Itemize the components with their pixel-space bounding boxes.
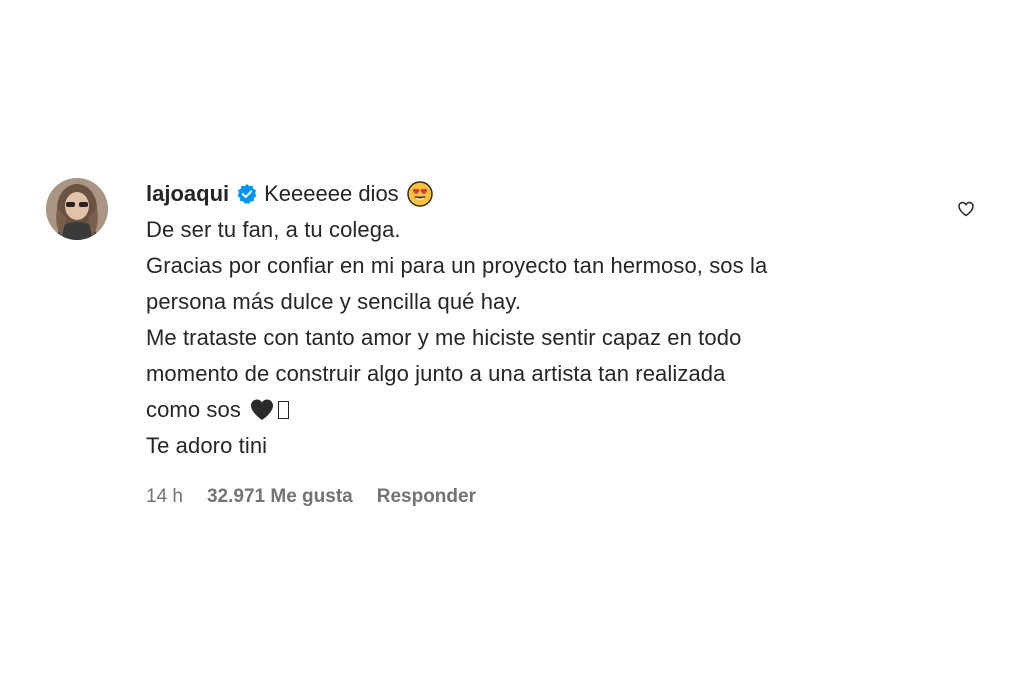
comment-line: Me trataste con tanto amor y me hiciste … <box>146 325 742 350</box>
black-heart-emoji-icon <box>249 398 275 422</box>
heart-eyes-emoji-icon <box>406 181 433 207</box>
comment-first-text: Keeeeee dios <box>264 181 399 206</box>
verified-badge-icon <box>236 183 258 205</box>
comment-line-emoji: como sos <box>146 392 946 428</box>
comment: lajoaqui Keeeeee dios De ser tu fan, a t… <box>46 176 986 516</box>
comment-line: persona más dulce y sencilla qué hay. <box>146 289 522 314</box>
comment-line: momento de construir algo junto a una ar… <box>146 361 726 386</box>
comment-line-text: como sos <box>146 397 241 422</box>
comment-line: Gracias por confiar en mi para un proyec… <box>146 253 768 278</box>
comment-header: lajoaqui Keeeeee dios <box>146 176 946 212</box>
reply-button[interactable]: Responder <box>377 486 476 508</box>
comment-body: lajoaqui Keeeeee dios De ser tu fan, a t… <box>146 176 946 508</box>
likes-count[interactable]: 32.971 Me gusta <box>207 486 353 508</box>
comment-meta: 14 h 32.971 Me gusta Responder <box>146 486 946 508</box>
heart-outline-icon[interactable] <box>957 200 975 218</box>
timestamp[interactable]: 14 h <box>146 486 183 508</box>
unknown-glyph-icon <box>277 401 289 419</box>
username-link[interactable]: lajoaqui <box>146 181 229 207</box>
avatar[interactable] <box>46 178 108 240</box>
comment-line: Te adoro tini <box>146 433 268 458</box>
comment-line: De ser tu fan, a tu colega. <box>146 217 401 242</box>
avatar-image <box>46 178 108 240</box>
